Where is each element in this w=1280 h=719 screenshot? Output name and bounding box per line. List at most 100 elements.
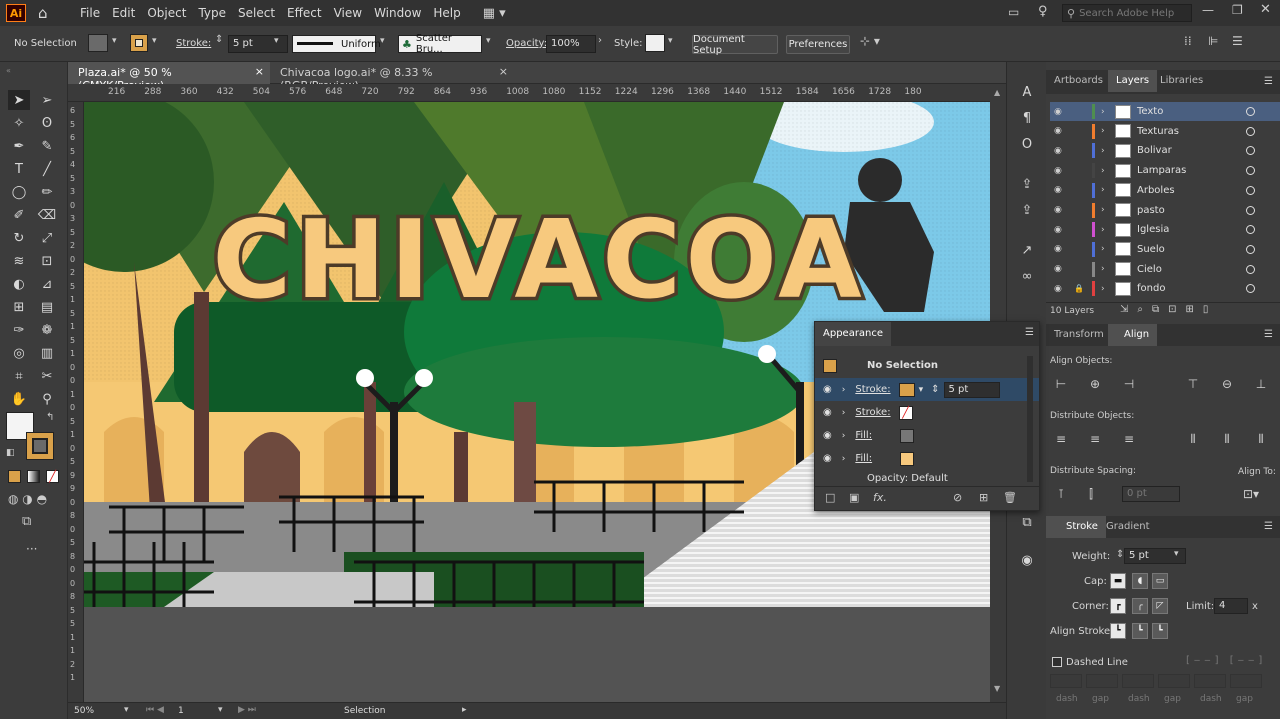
fill-swatch[interactable] [88,34,108,52]
menu-view[interactable]: View [328,6,368,20]
chevron-down-icon[interactable]: ▾ [486,36,491,46]
round-join-icon[interactable]: ╭ [1132,598,1148,614]
distribute-vcenter-icon[interactable]: ≡ [1086,431,1104,447]
tab-align[interactable]: Align [1108,324,1158,346]
tab-libraries[interactable]: Libraries [1152,70,1211,92]
paragraph-icon[interactable]: ¶ [1016,108,1038,128]
panel-menu-icon[interactable]: ☰ [1232,34,1243,48]
color-mode-icon[interactable] [8,470,21,483]
dash-field[interactable] [1050,674,1082,688]
target-circle-icon[interactable] [1246,185,1255,195]
close-icon[interactable]: × [499,65,508,78]
layer-name[interactable]: Arboles [1137,185,1237,196]
miter-join-icon[interactable]: ┏ [1110,598,1126,614]
eye-icon[interactable]: ◉ [1054,264,1068,274]
layer-row[interactable]: ◉ › Texturas [1050,122,1280,141]
align-left-icon[interactable]: ⊢ [1052,376,1070,392]
artboard-tool-icon[interactable]: ⌗ [8,366,30,386]
brush-dropdown[interactable]: ♣ Scatter Bru... [398,33,482,55]
paintbrush-icon[interactable]: ✏ [36,182,58,202]
search-input[interactable]: Search Adobe Help [1079,8,1174,19]
align-vcenter-icon[interactable]: ⊖ [1218,376,1236,392]
target-circle-icon[interactable] [1246,107,1255,116]
layer-row[interactable]: ◉ › Cielo [1050,260,1280,279]
dash-field[interactable] [1122,674,1154,688]
eye-icon[interactable]: ◉ [823,384,832,395]
target-circle-icon[interactable] [1246,146,1255,156]
scale-tool-icon[interactable]: ⤢ [36,228,58,248]
stroke-row-label[interactable]: Stroke: [855,384,890,395]
artboard-number[interactable]: 1 [178,706,184,716]
eye-icon[interactable]: ◉ [1054,284,1068,294]
spacing-field[interactable]: 0 pt [1122,486,1180,502]
none-color-box[interactable]: ╱ [898,405,913,420]
stroke-row-label[interactable]: Stroke: [855,407,890,418]
chevron-right-icon[interactable]: › [1101,244,1111,254]
slice-tool-icon[interactable]: ✂ [36,366,58,386]
eraser-icon[interactable]: ⌫ [36,205,58,225]
target-circle-icon[interactable] [1246,225,1255,235]
tab-transform[interactable]: Transform [1046,324,1112,346]
zoom-tool-icon[interactable]: ⚲ [36,389,58,409]
menu-help[interactable]: Help [427,6,466,20]
distribute-top-icon[interactable]: ≡ [1052,431,1070,447]
asset-export-icon[interactable]: ⇪ [1016,174,1038,194]
document-setup-button[interactable]: Document Setup [692,34,778,56]
pattern-fill-box[interactable] [900,428,915,443]
add-stroke-icon[interactable]: □ [825,491,835,504]
gradient-mode-icon[interactable] [27,470,40,483]
default-colors-icon[interactable]: ◧ [6,448,15,458]
chevron-right-icon[interactable]: › [842,408,846,418]
target-circle-icon[interactable] [1246,126,1255,136]
eye-icon[interactable]: ◉ [1054,205,1068,215]
menu-edit[interactable]: Edit [106,6,141,20]
rotate-tool-icon[interactable]: ↻ [8,228,30,248]
chevron-right-icon[interactable]: › [598,35,602,46]
close-icon[interactable]: × [255,65,264,78]
fill-row-label[interactable]: Fill: [855,430,872,441]
eye-icon[interactable]: ◉ [1054,126,1068,136]
appearance-row-opacity[interactable]: Opacity: Default [815,472,1039,484]
scroll-down-icon[interactable]: ▼ [994,684,1000,693]
graphic-style-swatch[interactable] [645,34,665,52]
eye-icon[interactable]: ◉ [823,407,832,418]
appearance-row-fill-1[interactable]: ◉ › Fill: [815,424,1039,447]
tab-plaza[interactable]: Plaza.ai* @ 50 % (CMYK/Preview) × [68,62,270,92]
eye-icon[interactable]: ◉ [1054,166,1068,176]
magic-wand-icon[interactable]: ✧ [8,113,30,133]
layer-row[interactable]: ◉ › pasto [1050,201,1280,220]
restore-icon[interactable]: ❐ [1232,3,1243,17]
chevron-down-icon[interactable]: ▾ [668,36,673,46]
layer-name[interactable]: Bolivar [1137,145,1237,156]
free-transform-icon[interactable]: ⊡ [36,251,58,271]
preferences-button[interactable]: Preferences [786,35,850,54]
round-cap-icon[interactable]: ◖ [1132,573,1148,589]
panel-menu-icon[interactable]: ☰ [1264,329,1273,340]
align-to-selection-icon[interactable]: ⊡▾ [1242,486,1260,502]
chevron-right-icon[interactable]: › [1101,185,1111,195]
chevron-down-icon[interactable]: ▾ [919,385,924,395]
vertical-ruler[interactable]: 6565453035202515151001051059908058008551… [68,102,84,702]
eye-icon[interactable]: ◉ [1054,244,1068,254]
distribute-hcenter-icon[interactable]: ⦀ [1218,431,1236,447]
menu-object[interactable]: Object [141,6,192,20]
layer-row[interactable]: ◉ 🔒 › fondo [1050,279,1280,298]
horizontal-ruler[interactable]: 216 288 360 432 504 576 648 720 792 864 936 1008 108… [68,84,1006,102]
mesh-tool-icon[interactable]: ⊞ [8,297,30,317]
stroke-profile-dropdown[interactable]: Uniform [292,35,381,53]
layer-name[interactable]: Lamparas [1137,165,1237,176]
graph-tool-icon[interactable]: ▥ [36,343,58,363]
none-mode-icon[interactable]: ╱ [46,470,59,483]
butt-cap-icon[interactable]: ▬ [1110,573,1126,589]
layer-row[interactable]: ◉ › Iglesia [1050,220,1280,239]
eye-icon[interactable]: ◉ [1054,107,1068,117]
more-tools-icon[interactable]: ··· [26,542,37,556]
chevron-right-icon[interactable]: › [1101,225,1111,235]
stroke-row-value[interactable]: 5 pt [943,381,1000,398]
layer-name[interactable]: Cielo [1137,264,1237,275]
export-icon[interactable]: ⇪ [1016,200,1038,220]
stroke-color-swatch[interactable] [26,432,54,460]
align-top-icon[interactable]: ⊤ [1184,376,1202,392]
menu-file[interactable]: File [74,6,106,20]
opentype-icon[interactable]: O [1016,134,1038,154]
